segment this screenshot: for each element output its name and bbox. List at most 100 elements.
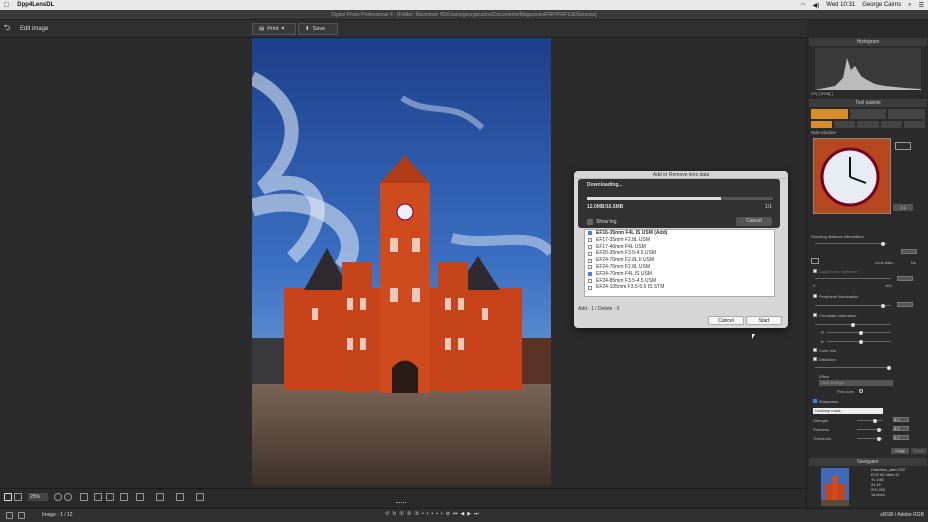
volume-icon[interactable]: ◀︎)	[813, 2, 820, 9]
lens-list-item[interactable]: EF24-70mm F2.8L II USM	[585, 257, 774, 264]
fit-screen-icon[interactable]	[4, 493, 12, 501]
print-button[interactable]: ▤ Print ▾	[252, 23, 296, 35]
shooting-distance-value[interactable]	[901, 249, 917, 254]
zoom-out-icon[interactable]	[54, 493, 62, 501]
tab-basic-adjustment[interactable]	[811, 109, 848, 119]
lens-checkbox[interactable]	[588, 278, 592, 283]
sharpness-mode-dropdown[interactable]: Unsharp mask	[813, 408, 883, 414]
fineness-value[interactable]: 4.0	[893, 426, 909, 431]
fine-tune-radio[interactable]	[859, 389, 863, 393]
info-panel-icon[interactable]	[196, 493, 204, 501]
menu-icon[interactable]: ☰	[919, 2, 924, 9]
thumbnail-view-icon[interactable]	[18, 512, 25, 519]
sync-icon[interactable]	[176, 493, 184, 501]
lens-checkbox[interactable]	[588, 251, 592, 256]
back-arrow-icon[interactable]: ⮌	[0, 22, 14, 36]
next-image-icon[interactable]: ▶	[467, 511, 471, 517]
lens-list-item[interactable]: EF24-105mm F3.5-5.6 IS STM	[585, 284, 774, 291]
histogram-mode-labels[interactable]: XY[ ] RGB[ ]	[811, 91, 833, 96]
actual-size-icon[interactable]	[14, 493, 22, 501]
af-point-icon[interactable]	[94, 493, 102, 501]
check-mark-3-icon[interactable]: ③	[414, 511, 418, 517]
dialog-start-button[interactable]: Start	[746, 316, 782, 325]
compare-icon[interactable]	[136, 493, 144, 501]
lens-checkbox[interactable]	[588, 285, 592, 290]
lens-list-item[interactable]: EF24-70mm F4L IS USM	[585, 271, 774, 278]
star-3-icon[interactable]: •	[431, 511, 433, 517]
tab-color[interactable]	[888, 109, 926, 119]
tab-trim[interactable]	[834, 121, 856, 128]
zoom-dropdown[interactable]: 25%	[28, 493, 48, 501]
tab-detail[interactable]	[811, 121, 833, 128]
wifi-icon[interactable]: ◠	[800, 2, 805, 9]
tab-tone[interactable]	[849, 109, 887, 119]
search-icon[interactable]: ⌕	[908, 2, 911, 9]
dlo-value[interactable]	[897, 276, 913, 281]
clock[interactable]: Wed 10:31	[826, 2, 855, 8]
lens-list-item[interactable]: EF17-35mm F2.8L USM	[585, 237, 774, 244]
zoom-in-icon[interactable]	[64, 493, 72, 501]
check-mark-1-icon[interactable]: ①	[399, 511, 403, 517]
chevron-down-icon[interactable]: ▾	[282, 26, 285, 32]
star-2-icon[interactable]: •	[427, 511, 429, 517]
tab-dust[interactable]	[880, 121, 902, 128]
user-name[interactable]: George Cairns	[862, 2, 901, 8]
dlo-slider[interactable]	[815, 278, 891, 279]
rotate-right-icon[interactable]: ↻	[392, 511, 396, 517]
lens-list-item[interactable]: EF16-35mm F4L IS USM (Add)	[585, 230, 774, 237]
threshold-slider[interactable]	[857, 436, 883, 441]
histogram-header[interactable]: Histogram	[809, 38, 927, 46]
lens-checkbox[interactable]	[588, 272, 592, 277]
tab-lens[interactable]	[857, 121, 879, 128]
previous-image-icon[interactable]: ◀	[460, 511, 464, 517]
color-blur-checkbox[interactable]	[813, 348, 817, 352]
lens-checkbox[interactable]	[588, 258, 592, 263]
peripheral-slider[interactable]	[815, 303, 891, 308]
disclosure-icon[interactable]	[587, 219, 593, 225]
fineness-slider[interactable]	[857, 427, 883, 432]
chromatic-slider[interactable]	[815, 322, 891, 327]
reset-icon[interactable]	[811, 258, 819, 264]
distortion-checkbox[interactable]	[813, 357, 817, 361]
ca-r-slider[interactable]	[827, 330, 891, 335]
app-menu[interactable]: Dpp4LensDL	[17, 2, 54, 8]
tab-settings[interactable]	[903, 121, 926, 128]
filmstrip-handle-icon[interactable]	[396, 502, 406, 504]
show-log-toggle[interactable]: Show log	[587, 219, 617, 225]
last-image-icon[interactable]: ⏭	[474, 511, 479, 517]
star-5-icon[interactable]: •	[441, 511, 443, 517]
grid-icon[interactable]	[80, 493, 88, 501]
distortion-slider[interactable]	[815, 365, 891, 370]
check-mark-2-icon[interactable]: ②	[407, 511, 411, 517]
navigator-header[interactable]: Navigator	[809, 458, 927, 466]
lens-list-item[interactable]: EF24-70mm F2.8L USM	[585, 264, 774, 271]
copy-button[interactable]: Copy	[891, 448, 909, 454]
lens-list-item[interactable]: EF24-85mm F3.5-4.5 USM	[585, 278, 774, 285]
navigator-thumbnail[interactable]	[821, 468, 849, 506]
peripheral-value[interactable]	[897, 302, 913, 307]
tool-palette-header[interactable]: Tool palette	[809, 99, 927, 107]
shooting-distance-slider[interactable]	[815, 241, 887, 246]
download-cancel-button[interactable]: Cancel	[736, 217, 772, 226]
sub-window-toggle-icon[interactable]	[895, 142, 911, 150]
single-view-icon[interactable]	[6, 512, 13, 519]
lens-checkbox[interactable]	[588, 238, 592, 243]
lens-list-item[interactable]: EF20-35mm F3.5-4.5 USM	[585, 250, 774, 257]
strength-slider[interactable]	[857, 418, 883, 423]
chromatic-checkbox[interactable]	[813, 313, 817, 317]
highlight-warning-icon[interactable]	[106, 493, 114, 501]
before-after-icon[interactable]	[156, 493, 164, 501]
ca-b-slider[interactable]	[827, 339, 891, 344]
save-button[interactable]: ⬇ Save	[298, 23, 338, 35]
reject-icon[interactable]: ⊘	[446, 511, 450, 517]
lens-checkbox[interactable]	[588, 244, 592, 249]
sharpness-checkbox[interactable]	[813, 399, 817, 403]
dlo-checkbox[interactable]	[813, 269, 817, 273]
threshold-value[interactable]: 4.0	[893, 435, 909, 440]
dialog-cancel-button[interactable]: Cancel	[708, 316, 744, 325]
lens-checkbox[interactable]	[588, 231, 592, 236]
lens-list-item[interactable]: EF17-40mm F4L USM	[585, 244, 774, 251]
shadow-warning-icon[interactable]	[120, 493, 128, 501]
first-image-icon[interactable]: ⏮	[453, 511, 458, 517]
paste-button[interactable]: Paste	[911, 448, 927, 454]
